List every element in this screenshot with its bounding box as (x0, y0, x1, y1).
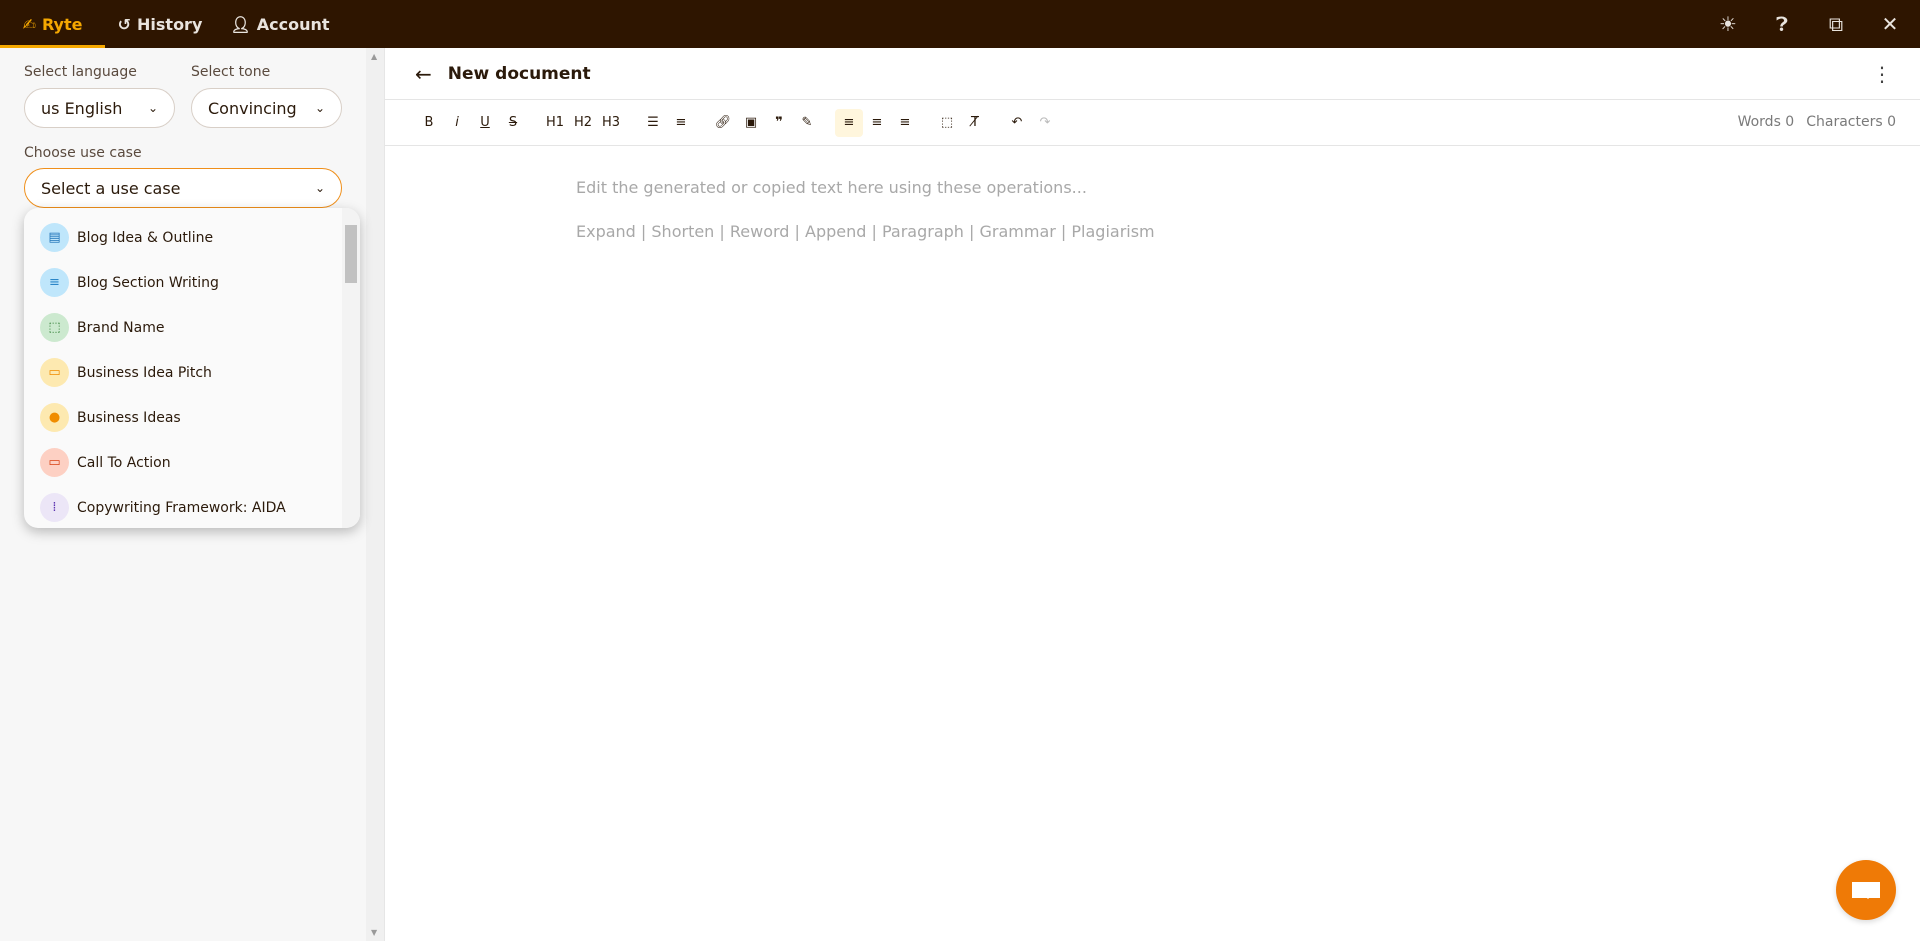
document-title: New document (447, 63, 591, 84)
undo-icon[interactable]: ↶ (1003, 109, 1031, 137)
language-label: Select language (24, 64, 137, 80)
chevron-down-icon: ⌄ (314, 181, 325, 195)
bullet-list-icon[interactable]: ☰ (639, 109, 667, 137)
redo-icon[interactable]: ↷ (1031, 109, 1059, 137)
tone-label: Select tone (191, 64, 271, 80)
image-icon[interactable]: ▣ (737, 109, 765, 137)
brightness-icon[interactable]: ☀ (1716, 12, 1740, 36)
chevron-down-icon: ⌄ (314, 101, 325, 115)
usecase-option[interactable]: ▭ Call To Action (24, 440, 360, 485)
usecase-option-label: Business Idea Pitch (77, 364, 212, 381)
tone-select[interactable]: Convincing ⌄ (191, 88, 342, 128)
tab-history[interactable]: ↺ History (105, 0, 215, 48)
editor-panel: ← New document ⋮ B i U S H1 H2 H3 ☰ ≡ 🔗︎… (385, 48, 1920, 941)
editor-area[interactable]: Edit the generated or copied text here u… (576, 178, 1155, 266)
language-select[interactable]: us English ⌄ (24, 88, 175, 128)
more-options-icon[interactable]: ⋮ (1872, 62, 1892, 86)
character-count: Characters 0 (1806, 114, 1896, 130)
align-right-icon[interactable]: ≡ (891, 109, 919, 137)
h2-button[interactable]: H2 (569, 109, 597, 137)
tab-account[interactable]: 👤︎ Account (215, 0, 345, 48)
usecase-option-label: Copywriting Framework: AIDA (77, 499, 286, 516)
usecase-option[interactable]: ▭ Business Idea Pitch (24, 350, 360, 395)
align-center-icon[interactable]: ≡ (863, 109, 891, 137)
person-icon: 👤︎ (230, 14, 251, 34)
editor-operations-hint: Expand | Shorten | Reword | Append | Par… (576, 222, 1155, 241)
help-icon[interactable]: ❓︎ (1770, 12, 1794, 36)
numbered-list-icon[interactable]: ≡ (667, 109, 695, 137)
cta-icon: ▭ (40, 448, 69, 477)
usecase-option[interactable]: ≡ Blog Section Writing (24, 260, 360, 305)
bold-button[interactable]: B (415, 109, 443, 137)
notes-icon: ≡ (40, 268, 69, 297)
usecase-dropdown: ▤ Blog Idea & Outline ≡ Blog Section Writin… (24, 208, 360, 528)
presentation-icon: ▭ (40, 358, 69, 387)
usecase-option-label: Brand Name (77, 319, 165, 336)
editor-placeholder: Edit the generated or copied text here u… (576, 178, 1087, 197)
dropdown-scrollbar[interactable] (342, 208, 360, 528)
back-arrow-icon[interactable]: ← (415, 62, 432, 86)
usecase-option[interactable]: ⁞ Copywriting Framework: AIDA (24, 485, 360, 528)
usecase-option-label: Blog Section Writing (77, 274, 219, 291)
italic-button[interactable]: i (443, 109, 471, 137)
tab-ryte[interactable]: ✍ Ryte (0, 0, 105, 48)
top-bar: ✍ Ryte ↺ History 👤︎ Account ☀ ❓︎ ⧉ ✕ (0, 0, 1920, 48)
highlight-pen-icon[interactable]: ✎ (793, 109, 821, 137)
link-icon[interactable]: 🔗︎ (709, 109, 737, 137)
h3-button[interactable]: H3 (597, 109, 625, 137)
quote-icon[interactable]: ❞ (765, 109, 793, 137)
usecase-select[interactable]: Select a use case ⌄ (24, 168, 342, 208)
select-all-icon[interactable]: ⬚ (933, 109, 961, 137)
usecase-label: Choose use case (24, 145, 142, 161)
strikethrough-button[interactable]: S (499, 109, 527, 137)
clear-format-icon[interactable]: T̸ (961, 109, 989, 137)
open-external-icon[interactable]: ⧉ (1824, 12, 1848, 36)
sidebar-scrollbar[interactable]: ▲ ▼ (366, 48, 384, 941)
chat-bubble-icon (1852, 882, 1880, 899)
usecase-option[interactable]: ⬚ Brand Name (24, 305, 360, 350)
select-area-icon: ⬚ (40, 313, 69, 342)
h1-button[interactable]: H1 (541, 109, 569, 137)
close-icon[interactable]: ✕ (1878, 12, 1902, 36)
word-count: Words 0 (1737, 114, 1795, 130)
chevron-down-icon: ⌄ (147, 101, 158, 115)
usecase-option-label: Business Ideas (77, 409, 181, 426)
article-icon: ▤ (40, 223, 69, 252)
lightbulb-icon: ● (40, 403, 69, 432)
framework-icon: ⁞ (40, 493, 69, 522)
usecase-option-label: Blog Idea & Outline (77, 229, 214, 246)
editor-toolbar: B i U S H1 H2 H3 ☰ ≡ 🔗︎ ▣ ❞ ✎ ≡ ≡ ≡ ⬚ T̸… (385, 100, 1920, 146)
chat-button[interactable] (1836, 860, 1896, 920)
usecase-option-label: Call To Action (77, 454, 171, 471)
usecase-option[interactable]: ▤ Blog Idea & Outline (24, 215, 360, 260)
writing-hand-icon: ✍ (22, 14, 36, 34)
usecase-option[interactable]: ● Business Ideas (24, 395, 360, 440)
scrollbar-thumb[interactable] (345, 225, 357, 283)
underline-button[interactable]: U (471, 109, 499, 137)
history-icon: ↺ (117, 14, 132, 34)
align-left-icon[interactable]: ≡ (835, 108, 863, 137)
